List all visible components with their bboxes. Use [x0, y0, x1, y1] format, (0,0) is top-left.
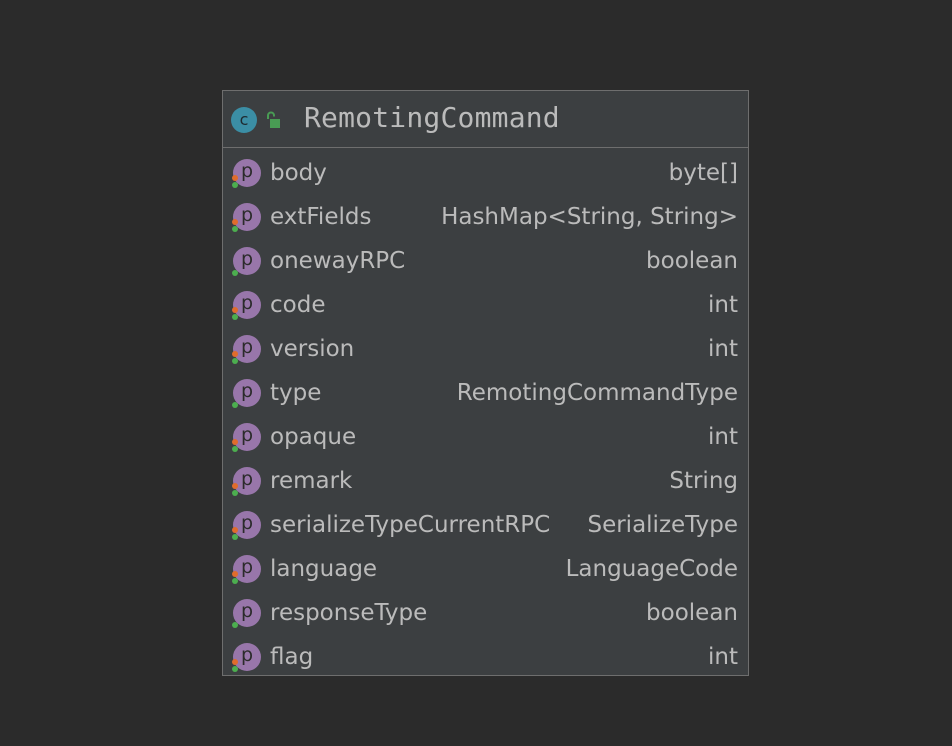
getter-dot-icon: [232, 219, 238, 225]
getter-dot-icon: [232, 175, 238, 181]
field-type: int: [708, 644, 738, 670]
getter-dot-icon: [232, 483, 238, 489]
field-type: RemotingCommandType: [456, 380, 738, 406]
field-row[interactable]: p body byte[]: [223, 151, 748, 195]
field-name: responseType: [270, 600, 428, 626]
field-row[interactable]: p serializeTypeCurrentRPC SerializeType: [223, 503, 748, 547]
getter-dot-icon: [232, 351, 238, 357]
field-name: extFields: [270, 204, 372, 230]
field-type: HashMap<String, String>: [441, 204, 738, 230]
field-row[interactable]: p version int: [223, 327, 748, 371]
field-row[interactable]: p language LanguageCode: [223, 547, 748, 591]
property-icon: p: [232, 335, 261, 364]
setter-dot-icon: [232, 446, 238, 452]
field-name: serializeTypeCurrentRPC: [270, 512, 551, 538]
field-row[interactable]: p opaque int: [223, 415, 748, 459]
property-icon: p: [232, 203, 261, 232]
field-name: type: [270, 380, 322, 406]
class-name: RemotingCommand: [304, 101, 560, 134]
field-name: body: [270, 160, 327, 186]
getter-dot-icon: [232, 307, 238, 313]
property-icon: p: [232, 159, 261, 188]
field-row[interactable]: p remark String: [223, 459, 748, 503]
field-name: code: [270, 292, 326, 318]
getter-dot-icon: [232, 439, 238, 445]
setter-dot-icon: [232, 622, 238, 628]
property-icon: p: [232, 467, 261, 496]
setter-dot-icon: [232, 578, 238, 584]
getter-dot-icon: [232, 571, 238, 577]
field-type: int: [708, 424, 738, 450]
field-row[interactable]: p flag int: [223, 635, 748, 679]
property-icon: p: [232, 643, 261, 672]
property-icon: p: [232, 291, 261, 320]
field-row[interactable]: p type RemotingCommandType: [223, 371, 748, 415]
field-name: flag: [270, 644, 314, 670]
field-type: LanguageCode: [565, 556, 738, 582]
setter-dot-icon: [232, 226, 238, 232]
field-list: p body byte[] p extFields HashMap<String, Str…: [223, 151, 748, 679]
setter-dot-icon: [232, 490, 238, 496]
property-icon: p: [232, 247, 261, 276]
setter-dot-icon: [232, 358, 238, 364]
property-icon: p: [232, 599, 261, 628]
field-row[interactable]: p extFields HashMap<String, String>: [223, 195, 748, 239]
property-icon: p: [232, 555, 261, 584]
field-row[interactable]: p onewayRPC boolean: [223, 239, 748, 283]
field-type: int: [708, 292, 738, 318]
setter-dot-icon: [232, 182, 238, 188]
field-type: boolean: [646, 600, 738, 626]
property-icon: p: [232, 511, 261, 540]
unlocked-icon: [267, 111, 280, 128]
setter-dot-icon: [232, 666, 238, 672]
field-name: version: [270, 336, 355, 362]
getter-dot-icon: [232, 659, 238, 665]
setter-dot-icon: [232, 534, 238, 540]
field-name: remark: [270, 468, 353, 494]
property-icon: p: [232, 423, 261, 452]
setter-dot-icon: [232, 314, 238, 320]
field-type: byte[]: [668, 160, 738, 186]
field-type: SerializeType: [587, 512, 738, 538]
setter-dot-icon: [232, 402, 238, 408]
setter-dot-icon: [232, 270, 238, 276]
getter-dot-icon: [232, 527, 238, 533]
property-icon: p: [232, 379, 261, 408]
field-name: opaque: [270, 424, 357, 450]
field-name: language: [270, 556, 378, 582]
field-type: boolean: [646, 248, 738, 274]
field-type: String: [669, 468, 738, 494]
uml-class-box[interactable]: c RemotingCommand p body byte[] p extFields H…: [222, 90, 749, 676]
field-type: int: [708, 336, 738, 362]
field-row[interactable]: p code int: [223, 283, 748, 327]
field-row[interactable]: p responseType boolean: [223, 591, 748, 635]
class-header: c RemotingCommand: [223, 91, 748, 148]
field-name: onewayRPC: [270, 248, 406, 274]
class-icon: c: [231, 107, 257, 133]
